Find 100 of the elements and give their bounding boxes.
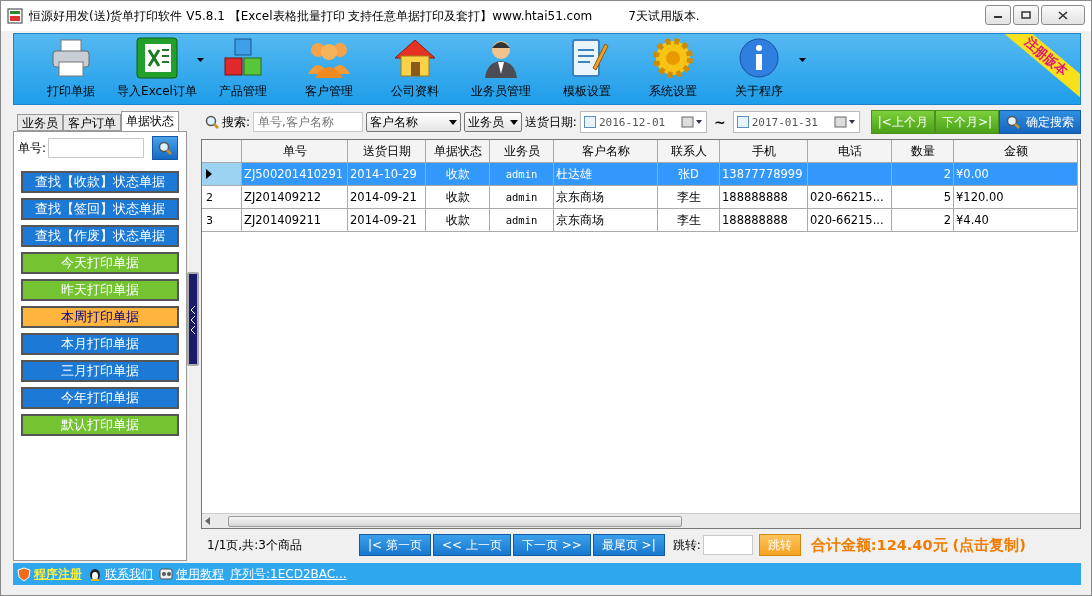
page-number-field[interactable] [702, 535, 753, 555]
window-title: 恒源好用发(送)货单打印软件 V5.8.1 【Excel表格批量打印 支持任意单据打印及套打】www.htai51.com [29, 7, 593, 25]
scroll-left-icon[interactable] [204, 517, 212, 525]
search-icon [205, 115, 219, 129]
column-header[interactable]: 联系人 [658, 140, 720, 163]
toolbar-button[interactable]: 产品管理 [200, 36, 286, 100]
calendar-dropdown-icon[interactable] [833, 116, 856, 128]
table-cell: 京东商场 [554, 186, 658, 209]
column-header[interactable]: 客户名称 [554, 140, 658, 163]
toolbar-button[interactable]: 打印单据 [28, 36, 114, 100]
page-button[interactable]: 最尾页 >| [592, 534, 665, 556]
jump-label: 跳转: [672, 536, 701, 554]
panel-tab[interactable]: 业务员 [17, 114, 63, 131]
filter-button[interactable]: 查找【签回】状态单据 [21, 198, 179, 220]
chevrons-icon [190, 304, 196, 334]
toolbar-button[interactable]: 导入Excel订单 [114, 36, 200, 100]
toolbar-button[interactable]: 业务员管理 [458, 36, 544, 100]
panel-tab[interactable]: 单据状态 [121, 111, 179, 131]
filter-button[interactable]: 本月打印单据 [21, 333, 179, 355]
printer-icon [49, 36, 93, 80]
trial-note: 7天试用版本. [628, 7, 700, 25]
filter-button[interactable]: 查找【作废】状态单据 [21, 225, 179, 247]
calendar-dropdown-icon[interactable] [680, 116, 703, 128]
toolbar-button[interactable]: 客户管理 [286, 36, 372, 100]
column-header[interactable]: 手机 [720, 140, 808, 163]
penguin-icon [88, 566, 102, 582]
table-cell: 李生 [658, 209, 720, 232]
column-header[interactable]: 单据状态 [426, 140, 490, 163]
table-cell: 收款 [426, 163, 490, 186]
info-icon [737, 36, 781, 80]
search-button[interactable] [152, 136, 179, 160]
page-summary: 1/1页,共:3个商品 [207, 536, 303, 554]
close-button[interactable] [1041, 5, 1085, 25]
table-cell: 2014-09-21 [348, 209, 426, 232]
column-header[interactable]: 电话 [808, 140, 892, 163]
date-label: 送货日期: [524, 113, 577, 131]
table-cell: 020-66215... [808, 209, 892, 232]
toolbar-button[interactable]: 关于程序 [716, 36, 802, 100]
table-cell: 2014-10-29 [348, 163, 426, 186]
search-label: 搜索: [221, 113, 250, 131]
gear-icon [651, 36, 695, 80]
field-select[interactable]: 客户名称 [365, 112, 462, 132]
table-cell: 收款 [426, 186, 490, 209]
table-cell: 京东商场 [554, 209, 658, 232]
column-header[interactable]: 单号 [242, 140, 348, 163]
table-cell: ¥120.00 [954, 186, 1078, 209]
table-cell: 收款 [426, 209, 490, 232]
film-icon [159, 567, 173, 581]
page-button[interactable]: 下一页 >> [512, 534, 591, 556]
row-header[interactable]: 3 [202, 209, 242, 232]
table-cell: 杜达雄 [554, 163, 658, 186]
caret-icon[interactable] [799, 58, 806, 62]
column-header[interactable]: 业务员 [490, 140, 554, 163]
table-cell: 张D [658, 163, 720, 186]
dropdown-arrow-icon [509, 119, 518, 125]
date-picker[interactable]: 2017-01-31 [732, 111, 860, 133]
toolbar-button[interactable]: 模板设置 [544, 36, 630, 100]
staff-select[interactable]: 业务员 [464, 112, 522, 132]
minimize-button[interactable] [985, 5, 1011, 25]
table-cell: ZJ201409212 [242, 186, 348, 209]
caret-icon[interactable] [197, 58, 204, 62]
toolbar-button[interactable]: 公司资料 [372, 36, 458, 100]
table-cell: admin [490, 163, 554, 186]
restore-icon [1021, 11, 1031, 19]
filter-button[interactable]: 本周打印单据 [21, 306, 179, 328]
table-cell: 李生 [658, 186, 720, 209]
table-cell: ¥4.40 [954, 209, 1078, 232]
date-checkbox[interactable] [583, 116, 596, 128]
filter-button[interactable]: 查找【收款】状态单据 [21, 171, 179, 193]
table-cell: admin [490, 209, 554, 232]
table-cell: 188888888 [720, 186, 808, 209]
table-cell: 2 [892, 209, 954, 232]
restore-button[interactable] [1013, 5, 1039, 25]
table-cell: 2 [892, 163, 954, 186]
collapse-handle[interactable] [187, 272, 199, 366]
close-icon [1058, 10, 1068, 20]
table-cell: 2014-09-21 [348, 186, 426, 209]
search-button[interactable]: 确定搜索 [999, 110, 1081, 134]
shield-icon [17, 566, 31, 582]
page-button[interactable]: |< 第一页 [359, 534, 431, 556]
horizontal-scrollbar[interactable] [202, 513, 1080, 528]
column-header[interactable]: 数量 [892, 140, 954, 163]
row-header[interactable] [202, 163, 242, 186]
column-header[interactable]: 金额 [954, 140, 1078, 163]
filter-button[interactable]: 今年打印单据 [21, 387, 179, 409]
page-button[interactable]: << 上一页 [432, 534, 511, 556]
filter-button[interactable]: 三月打印单据 [21, 360, 179, 382]
column-header[interactable]: 送货日期 [348, 140, 426, 163]
spreadsheet-icon [135, 36, 179, 80]
date-checkbox[interactable] [736, 116, 749, 128]
panel-tab[interactable]: 客户订单 [63, 114, 121, 131]
order-label: 单号: [18, 139, 47, 157]
order-number-field[interactable] [48, 138, 145, 158]
date-picker[interactable]: 2016-12-01 [579, 111, 707, 133]
table-cell: 020-66215... [808, 186, 892, 209]
toolbar-button[interactable]: 系统设置 [630, 36, 716, 100]
table-cell: 13877778999 [720, 163, 808, 186]
row-header[interactable]: 2 [202, 186, 242, 209]
app-icon [7, 8, 23, 24]
search-field[interactable]: 单号,客户名称 [252, 112, 363, 132]
